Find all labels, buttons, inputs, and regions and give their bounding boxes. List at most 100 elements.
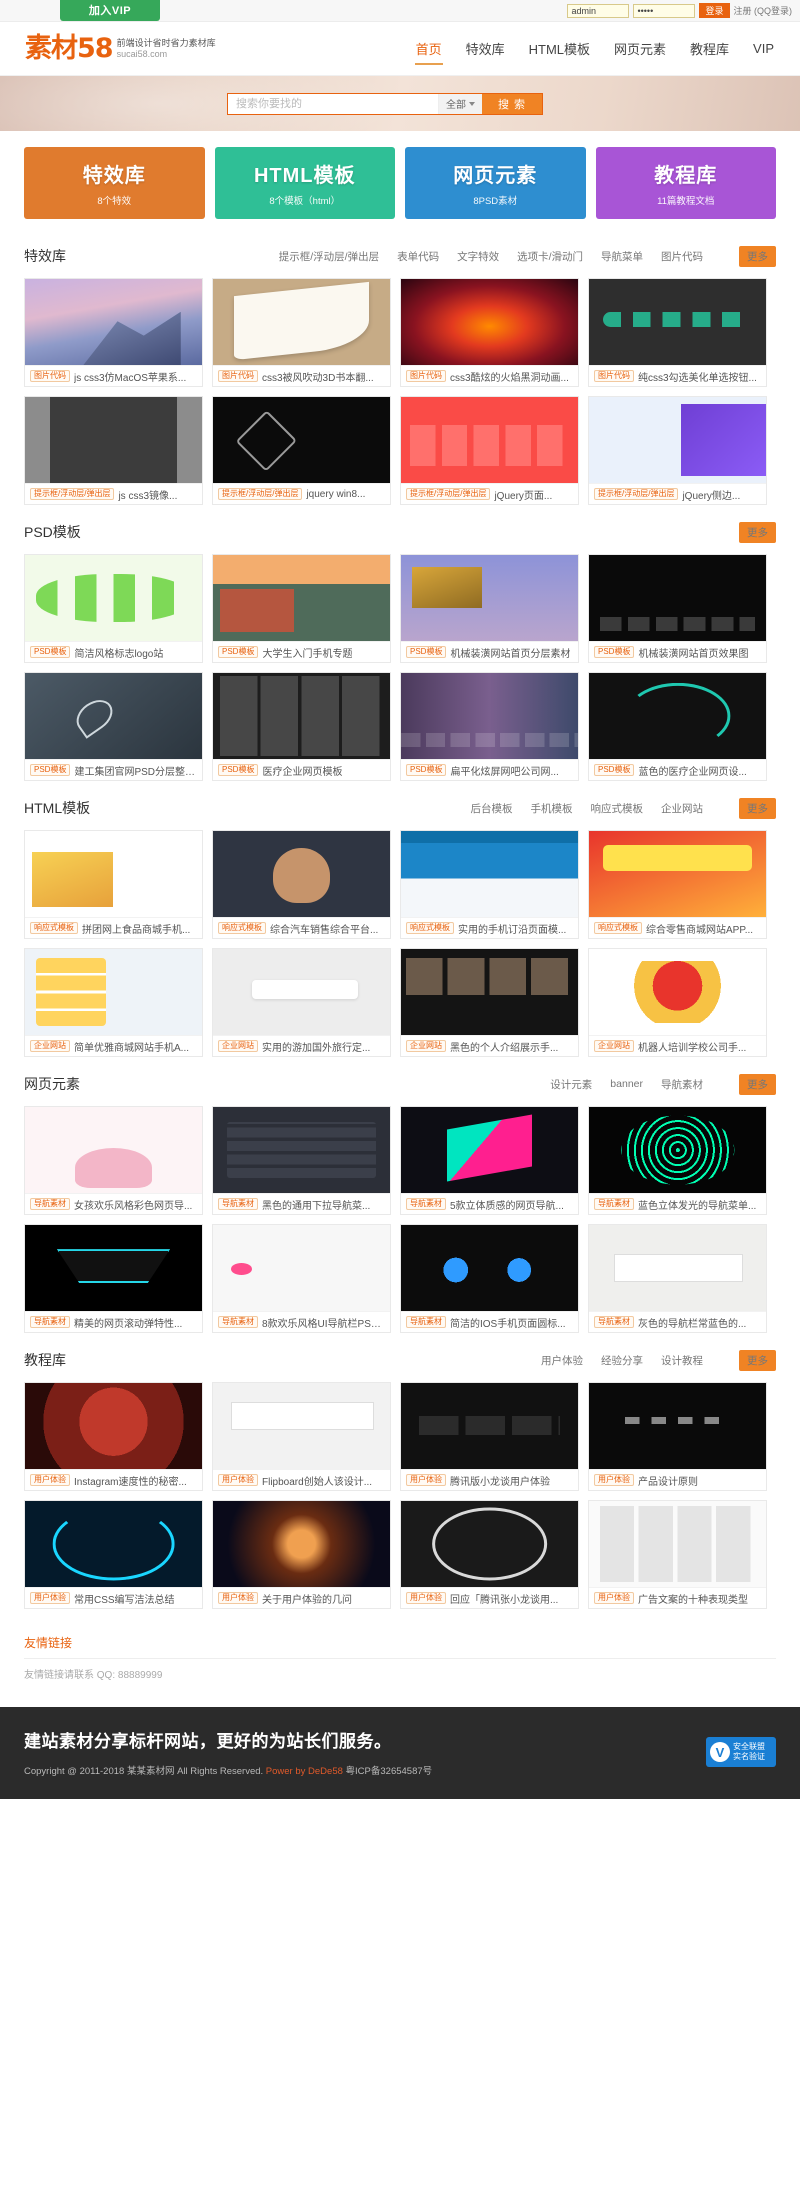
resource-card[interactable]: 图片代码 js css3仿MacOS苹果系... xyxy=(24,278,203,387)
resource-card[interactable]: 响应式模板 综合零售商城网站APP... xyxy=(588,830,767,939)
resource-card[interactable]: PSD模板 建工集团官网PSD分层整素... xyxy=(24,672,203,781)
card-tag[interactable]: 用户体验 xyxy=(30,1473,70,1487)
resource-card[interactable]: PSD模板 医疗企业网页模板 xyxy=(212,672,391,781)
card-tag[interactable]: 用户体验 xyxy=(406,1473,446,1487)
card-tag[interactable]: 用户体验 xyxy=(30,1591,70,1605)
resource-card[interactable]: PSD模板 蓝色的医疗企业网页设... xyxy=(588,672,767,781)
nav-item-effects[interactable]: 特效库 xyxy=(465,33,506,64)
resource-card[interactable]: 导航素材 精美的网页滚动弹特性... xyxy=(24,1224,203,1333)
card-tag[interactable]: 导航素材 xyxy=(30,1197,70,1211)
card-title[interactable]: 扁平化炫屏网吧公司网... xyxy=(450,763,558,778)
card-title[interactable]: 建工集团官网PSD分层整素... xyxy=(74,763,197,778)
resource-card[interactable]: 企业网站 简单优雅商城网站手机A... xyxy=(24,948,203,1057)
card-title[interactable]: 回应「腾讯张小龙谈用... xyxy=(450,1591,558,1606)
section-category-link[interactable]: 设计教程 xyxy=(661,1353,703,1368)
security-badge[interactable]: V 安全联盟 实名验证 xyxy=(706,1737,776,1767)
card-title[interactable]: 女孩欢乐风格彩色网页导... xyxy=(74,1197,192,1212)
card-title[interactable]: 拼团网上食品商城手机... xyxy=(82,921,190,936)
card-tag[interactable]: PSD模板 xyxy=(406,645,447,659)
card-title[interactable]: Instagram速度性的秘密... xyxy=(74,1473,187,1488)
card-title[interactable]: 精美的网页滚动弹特性... xyxy=(74,1315,182,1330)
card-tag[interactable]: 响应式模板 xyxy=(218,921,266,935)
resource-card[interactable]: 企业网站 实用的游加国外旅行定... xyxy=(212,948,391,1057)
card-title[interactable]: 机械装潢网站首页分层素材 xyxy=(450,645,570,660)
resource-card[interactable]: 图片代码 css3酷炫的火焰黑洞动画... xyxy=(400,278,579,387)
section-more-button[interactable]: 更多 xyxy=(739,1349,776,1371)
card-title[interactable]: 医疗企业网页模板 xyxy=(262,763,342,778)
card-tag[interactable]: 导航素材 xyxy=(218,1197,258,1211)
section-category-link[interactable]: 导航素材 xyxy=(661,1077,703,1092)
resource-card[interactable]: 图片代码 css3被风吹动3D书本翻... xyxy=(212,278,391,387)
resource-card[interactable]: 导航素材 蓝色立体发光的导航菜单... xyxy=(588,1106,767,1215)
search-button[interactable]: 搜 索 xyxy=(482,93,542,114)
resource-card[interactable]: 企业网站 黑色的个人介绍展示手... xyxy=(400,948,579,1057)
resource-card[interactable]: 提示框/浮动层/弹出层 jQuery侧边... xyxy=(588,396,767,505)
section-category-link[interactable]: 设计元素 xyxy=(550,1077,592,1092)
card-tag[interactable]: 导航素材 xyxy=(406,1197,446,1211)
card-tag[interactable]: 用户体验 xyxy=(594,1591,634,1605)
card-title[interactable]: 简洁风格标志logo站 xyxy=(74,645,163,660)
section-category-link[interactable]: 图片代码 xyxy=(661,249,703,264)
power-by-link[interactable]: Power by DeDe58 xyxy=(266,1766,343,1777)
card-tag[interactable]: 企业网站 xyxy=(30,1039,70,1053)
card-title[interactable]: 机器人培训学校公司手... xyxy=(638,1039,746,1054)
card-title[interactable]: 综合汽车销售综合平台... xyxy=(270,921,378,936)
resource-card[interactable]: 用户体验 常用CSS编写洁法总结 xyxy=(24,1500,203,1609)
section-more-button[interactable]: 更多 xyxy=(739,797,776,819)
card-title[interactable]: 实用的游加国外旅行定... xyxy=(262,1039,370,1054)
card-title[interactable]: 广告文案的十种表现类型 xyxy=(638,1591,748,1606)
card-tag[interactable]: 提示框/浮动层/弹出层 xyxy=(30,487,115,501)
card-tag[interactable]: PSD模板 xyxy=(30,763,71,777)
card-tag[interactable]: 用户体验 xyxy=(218,1591,258,1605)
card-tag[interactable]: 导航素材 xyxy=(30,1315,70,1329)
login-button[interactable]: 登录 xyxy=(699,3,730,18)
category-card-effects[interactable]: 特效库 8个特效 xyxy=(24,147,205,219)
resource-card[interactable]: PSD模板 扁平化炫屏网吧公司网... xyxy=(400,672,579,781)
card-tag[interactable]: PSD模板 xyxy=(218,763,259,777)
card-tag[interactable]: 导航素材 xyxy=(218,1315,258,1329)
resource-card[interactable]: 用户体验 产品设计原则 xyxy=(588,1382,767,1491)
card-tag[interactable]: 用户体验 xyxy=(406,1591,446,1605)
card-tag[interactable]: 企业网站 xyxy=(218,1039,258,1053)
section-category-link[interactable]: 手机模板 xyxy=(531,801,573,816)
section-more-button[interactable]: 更多 xyxy=(739,521,776,543)
password-input[interactable] xyxy=(633,3,696,18)
card-title[interactable]: 常用CSS编写洁法总结 xyxy=(74,1591,175,1606)
resource-card[interactable]: 响应式模板 拼团网上食品商城手机... xyxy=(24,830,203,939)
card-title[interactable]: 腾讯版小龙谈用户体验 xyxy=(450,1473,550,1488)
card-title[interactable]: Flipboard创始人该设计... xyxy=(262,1473,372,1488)
resource-card[interactable]: 用户体验 回应「腾讯张小龙谈用... xyxy=(400,1500,579,1609)
resource-card[interactable]: 导航素材 简洁的IOS手机页面圆标... xyxy=(400,1224,579,1333)
card-title[interactable]: css3酷炫的火焰黑洞动画... xyxy=(450,369,569,384)
nav-item-home[interactable]: 首页 xyxy=(414,33,443,65)
resource-card[interactable]: 导航素材 女孩欢乐风格彩色网页导... xyxy=(24,1106,203,1215)
search-scope-select[interactable]: 全部 xyxy=(438,93,482,114)
card-tag[interactable]: 响应式模板 xyxy=(30,921,78,935)
nav-item-tutorial[interactable]: 教程库 xyxy=(689,33,730,64)
resource-card[interactable]: 响应式模板 综合汽车销售综合平台... xyxy=(212,830,391,939)
resource-card[interactable]: 导航素材 黑色的通用下拉导航菜... xyxy=(212,1106,391,1215)
card-title[interactable]: 关于用户体验的几问 xyxy=(262,1591,352,1606)
section-category-link[interactable]: 选项卡/滑动门 xyxy=(517,249,583,264)
card-tag[interactable]: 提示框/浮动层/弹出层 xyxy=(218,487,303,501)
card-tag[interactable]: PSD模板 xyxy=(594,645,635,659)
resource-card[interactable]: 提示框/浮动层/弹出层 js css3镜像... xyxy=(24,396,203,505)
resource-card[interactable]: 用户体验 Instagram速度性的秘密... xyxy=(24,1382,203,1491)
resource-card[interactable]: PSD模板 机械装潢网站首页分层素材 xyxy=(400,554,579,663)
card-tag[interactable]: 导航素材 xyxy=(594,1197,634,1211)
resource-card[interactable]: PSD模板 简洁风格标志logo站 xyxy=(24,554,203,663)
card-tag[interactable]: 用户体验 xyxy=(218,1473,258,1487)
site-logo[interactable]: 素材58 前端设计省时省力素材库 sucai58.com xyxy=(25,35,216,62)
card-tag[interactable]: 导航素材 xyxy=(594,1315,634,1329)
resource-card[interactable]: 企业网站 机器人培训学校公司手... xyxy=(588,948,767,1057)
resource-card[interactable]: 用户体验 Flipboard创始人该设计... xyxy=(212,1382,391,1491)
card-tag[interactable]: PSD模板 xyxy=(218,645,259,659)
resource-card[interactable]: 导航素材 8款欢乐风格UI导航栏PS素材 xyxy=(212,1224,391,1333)
card-title[interactable]: 简单优雅商城网站手机A... xyxy=(74,1039,189,1054)
nav-item-elements[interactable]: 网页元素 xyxy=(613,33,667,64)
nav-item-vip[interactable]: VIP xyxy=(752,35,775,62)
register-link[interactable]: 注册 (QQ登录) xyxy=(734,4,793,17)
category-card-elements[interactable]: 网页元素 8PSD素材 xyxy=(405,147,586,219)
resource-card[interactable]: 用户体验 关于用户体验的几问 xyxy=(212,1500,391,1609)
search-input[interactable] xyxy=(228,93,438,114)
